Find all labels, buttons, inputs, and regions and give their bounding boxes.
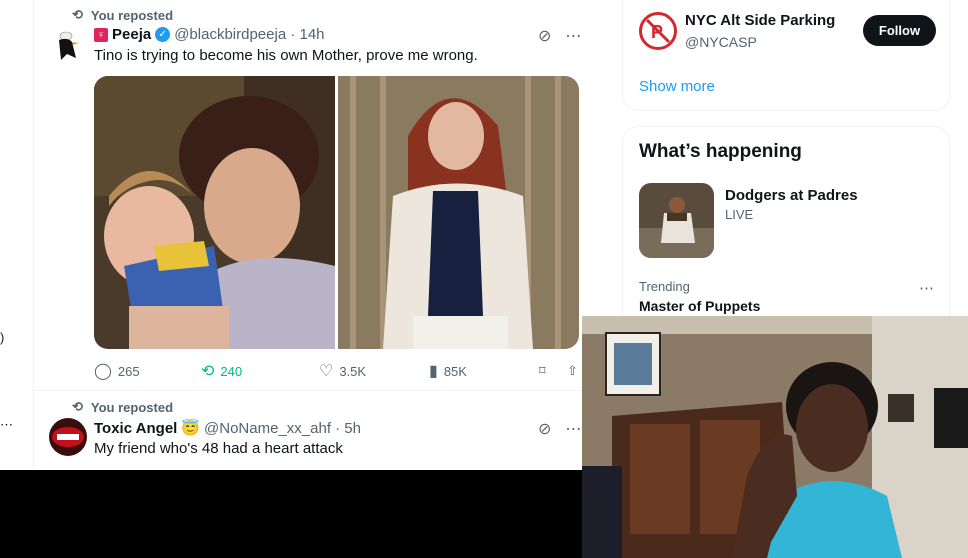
event-title[interactable]: Dodgers at Padres bbox=[725, 187, 858, 204]
show-more-link[interactable]: Show more bbox=[639, 78, 715, 95]
partial-icon: ) bbox=[0, 330, 5, 345]
more-icon[interactable]: ⋯ bbox=[919, 279, 934, 297]
webcam-overlay bbox=[582, 316, 968, 558]
views-button[interactable]: ▮ 85K bbox=[429, 361, 539, 381]
tweet-text: Tino is trying to become his own Mother,… bbox=[94, 47, 478, 64]
tweet-actions: ◯ 265 ⟲ 240 ♡ 3.5K ▮ 85K ⌑ ⇧ bbox=[94, 361, 582, 381]
more-icon[interactable]: ⋯ bbox=[565, 26, 581, 46]
webcam-feed bbox=[582, 316, 968, 558]
photo-mother-and-baby[interactable] bbox=[94, 76, 335, 349]
reply-button[interactable]: ◯ 265 bbox=[94, 361, 201, 381]
tweet-header: Toxic Angel 😇 @NoName_xx_ahf · 5h bbox=[94, 419, 361, 438]
avatar[interactable] bbox=[49, 418, 87, 456]
like-count: 3.5K bbox=[339, 363, 367, 379]
more-icon[interactable]: ⋯ bbox=[565, 419, 581, 439]
repost-button[interactable]: ⟲ 240 bbox=[201, 361, 319, 381]
event-thumbnail[interactable] bbox=[639, 183, 714, 258]
verified-badge-icon: ✓ bbox=[155, 27, 171, 42]
reply-count: 265 bbox=[117, 363, 140, 379]
repost-label: You reposted bbox=[90, 7, 174, 23]
more-dots-icon[interactable]: ⋯ bbox=[0, 417, 13, 433]
blackbird-avatar-icon bbox=[59, 31, 79, 60]
female-sign-icon: ♀ bbox=[94, 27, 108, 42]
repost-label: You reposted bbox=[90, 399, 174, 415]
right-sidebar: P NYC Alt Side Parking @NYCASP Follow Sh… bbox=[582, 0, 968, 337]
repost-count: 240 bbox=[220, 363, 243, 379]
repost-icon: ⟲ bbox=[72, 399, 83, 414]
left-sidebar-edge: ) ⋯ bbox=[0, 0, 34, 470]
author-name[interactable]: Peeja bbox=[112, 26, 151, 43]
share-icon[interactable]: ⇧ bbox=[567, 363, 578, 379]
angel-emoji: 😇 bbox=[181, 420, 201, 437]
repost-icon: ⟲ bbox=[201, 363, 215, 380]
repost-indicator: ⟲ You reposted bbox=[72, 399, 173, 415]
no-parking-icon: P bbox=[645, 18, 671, 44]
grok-icon[interactable]: ⊘ bbox=[538, 26, 551, 46]
avatar[interactable] bbox=[53, 28, 83, 62]
reply-icon: ◯ bbox=[94, 363, 112, 380]
trend-context: Trending bbox=[639, 279, 690, 294]
follow-button[interactable]: Follow bbox=[863, 15, 936, 46]
trend-name[interactable]: Master of Puppets bbox=[639, 298, 760, 314]
tweet-text: My friend who's 48 had a heart attack bbox=[94, 440, 343, 457]
baseball-photo bbox=[639, 183, 714, 258]
timeline-feed: ) ⋯ ⟲ You reposted ♀ Peeja ✓ @blackbirdp… bbox=[0, 0, 582, 470]
repost-icon: ⟲ bbox=[72, 7, 83, 22]
whats-happening-card: What’s happening Dodgers at Padres LIVE … bbox=[622, 126, 950, 337]
account-handle[interactable]: @NYCASP bbox=[685, 34, 757, 50]
tweet-tools: ⊘ ⋯ bbox=[538, 419, 581, 439]
heart-icon: ♡ bbox=[319, 363, 334, 380]
tweet-header: ♀ Peeja ✓ @blackbirdpeeja · 14h bbox=[94, 26, 325, 43]
like-button[interactable]: ♡ 3.5K bbox=[319, 361, 429, 381]
account-name[interactable]: NYC Alt Side Parking bbox=[685, 12, 835, 29]
repost-indicator: ⟲ You reposted bbox=[72, 7, 173, 23]
lips-avatar-icon bbox=[52, 427, 84, 447]
grok-icon[interactable]: ⊘ bbox=[538, 419, 551, 439]
avatar[interactable]: P bbox=[639, 12, 677, 50]
tweet-tools: ⊘ ⋯ bbox=[538, 26, 581, 46]
tweet-divider bbox=[33, 390, 582, 391]
author-name[interactable]: Toxic Angel bbox=[94, 420, 177, 437]
views-icon: ▮ bbox=[429, 363, 438, 380]
view-count: 85K bbox=[443, 363, 467, 379]
author-handle-time[interactable]: @NoName_xx_ahf · 5h bbox=[204, 420, 361, 437]
photo-woman-standing[interactable] bbox=[338, 76, 579, 349]
who-to-follow-card: P NYC Alt Side Parking @NYCASP Follow Sh… bbox=[622, 0, 950, 111]
tweet-media[interactable] bbox=[94, 76, 579, 349]
author-handle-time[interactable]: @blackbirdpeeja · 14h bbox=[174, 26, 324, 43]
section-title: What’s happening bbox=[639, 141, 802, 162]
event-status: LIVE bbox=[725, 207, 754, 222]
bookmark-icon[interactable]: ⌑ bbox=[539, 363, 567, 379]
